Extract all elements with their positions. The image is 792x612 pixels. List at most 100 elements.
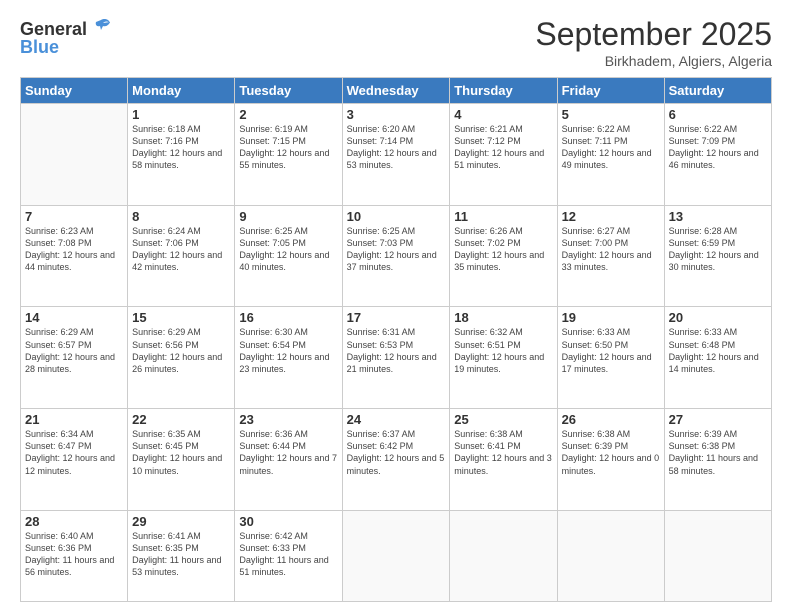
day-number: 4 xyxy=(454,107,552,122)
calendar-table: Sunday Monday Tuesday Wednesday Thursday… xyxy=(20,77,772,602)
col-monday: Monday xyxy=(128,78,235,104)
day-info: Sunrise: 6:34 AMSunset: 6:47 PMDaylight:… xyxy=(25,428,123,477)
day-info: Sunrise: 6:40 AMSunset: 6:36 PMDaylight:… xyxy=(25,530,123,579)
day-info: Sunrise: 6:19 AMSunset: 7:15 PMDaylight:… xyxy=(239,123,337,172)
day-number: 1 xyxy=(132,107,230,122)
table-row: 22Sunrise: 6:35 AMSunset: 6:45 PMDayligh… xyxy=(128,409,235,511)
day-info: Sunrise: 6:18 AMSunset: 7:16 PMDaylight:… xyxy=(132,123,230,172)
day-number: 14 xyxy=(25,310,123,325)
day-info: Sunrise: 6:38 AMSunset: 6:39 PMDaylight:… xyxy=(562,428,660,477)
day-info: Sunrise: 6:22 AMSunset: 7:11 PMDaylight:… xyxy=(562,123,660,172)
table-row: 25Sunrise: 6:38 AMSunset: 6:41 PMDayligh… xyxy=(450,409,557,511)
day-number: 18 xyxy=(454,310,552,325)
table-row: 21Sunrise: 6:34 AMSunset: 6:47 PMDayligh… xyxy=(21,409,128,511)
table-row: 14Sunrise: 6:29 AMSunset: 6:57 PMDayligh… xyxy=(21,307,128,409)
table-row: 18Sunrise: 6:32 AMSunset: 6:51 PMDayligh… xyxy=(450,307,557,409)
day-info: Sunrise: 6:31 AMSunset: 6:53 PMDaylight:… xyxy=(347,326,446,375)
day-number: 13 xyxy=(669,209,767,224)
day-number: 30 xyxy=(239,514,337,529)
day-number: 3 xyxy=(347,107,446,122)
table-row: 13Sunrise: 6:28 AMSunset: 6:59 PMDayligh… xyxy=(664,205,771,307)
table-row: 7Sunrise: 6:23 AMSunset: 7:08 PMDaylight… xyxy=(21,205,128,307)
day-number: 19 xyxy=(562,310,660,325)
day-number: 9 xyxy=(239,209,337,224)
day-number: 26 xyxy=(562,412,660,427)
calendar-header-row: Sunday Monday Tuesday Wednesday Thursday… xyxy=(21,78,772,104)
day-info: Sunrise: 6:35 AMSunset: 6:45 PMDaylight:… xyxy=(132,428,230,477)
col-sunday: Sunday xyxy=(21,78,128,104)
col-wednesday: Wednesday xyxy=(342,78,450,104)
table-row: 5Sunrise: 6:22 AMSunset: 7:11 PMDaylight… xyxy=(557,104,664,206)
table-row xyxy=(342,510,450,601)
day-number: 22 xyxy=(132,412,230,427)
day-info: Sunrise: 6:33 AMSunset: 6:50 PMDaylight:… xyxy=(562,326,660,375)
table-row: 19Sunrise: 6:33 AMSunset: 6:50 PMDayligh… xyxy=(557,307,664,409)
table-row: 12Sunrise: 6:27 AMSunset: 7:00 PMDayligh… xyxy=(557,205,664,307)
table-row: 26Sunrise: 6:38 AMSunset: 6:39 PMDayligh… xyxy=(557,409,664,511)
table-row: 20Sunrise: 6:33 AMSunset: 6:48 PMDayligh… xyxy=(664,307,771,409)
table-row: 17Sunrise: 6:31 AMSunset: 6:53 PMDayligh… xyxy=(342,307,450,409)
location-subtitle: Birkhadem, Algiers, Algeria xyxy=(535,53,772,69)
day-info: Sunrise: 6:25 AMSunset: 7:03 PMDaylight:… xyxy=(347,225,446,274)
table-row xyxy=(557,510,664,601)
day-info: Sunrise: 6:26 AMSunset: 7:02 PMDaylight:… xyxy=(454,225,552,274)
table-row xyxy=(450,510,557,601)
table-row: 16Sunrise: 6:30 AMSunset: 6:54 PMDayligh… xyxy=(235,307,342,409)
table-row: 8Sunrise: 6:24 AMSunset: 7:06 PMDaylight… xyxy=(128,205,235,307)
table-row: 9Sunrise: 6:25 AMSunset: 7:05 PMDaylight… xyxy=(235,205,342,307)
page-header: General Blue September 2025 Birkhadem, A… xyxy=(20,16,772,69)
table-row xyxy=(664,510,771,601)
table-row: 10Sunrise: 6:25 AMSunset: 7:03 PMDayligh… xyxy=(342,205,450,307)
day-info: Sunrise: 6:41 AMSunset: 6:35 PMDaylight:… xyxy=(132,530,230,579)
month-year-title: September 2025 xyxy=(535,16,772,53)
table-row: 27Sunrise: 6:39 AMSunset: 6:38 PMDayligh… xyxy=(664,409,771,511)
logo: General Blue xyxy=(20,16,112,58)
logo-blue-text: Blue xyxy=(20,37,59,58)
table-row: 15Sunrise: 6:29 AMSunset: 6:56 PMDayligh… xyxy=(128,307,235,409)
day-number: 24 xyxy=(347,412,446,427)
day-info: Sunrise: 6:27 AMSunset: 7:00 PMDaylight:… xyxy=(562,225,660,274)
table-row: 28Sunrise: 6:40 AMSunset: 6:36 PMDayligh… xyxy=(21,510,128,601)
day-number: 29 xyxy=(132,514,230,529)
day-info: Sunrise: 6:39 AMSunset: 6:38 PMDaylight:… xyxy=(669,428,767,477)
day-number: 12 xyxy=(562,209,660,224)
day-info: Sunrise: 6:38 AMSunset: 6:41 PMDaylight:… xyxy=(454,428,552,477)
day-number: 17 xyxy=(347,310,446,325)
day-info: Sunrise: 6:33 AMSunset: 6:48 PMDaylight:… xyxy=(669,326,767,375)
day-info: Sunrise: 6:28 AMSunset: 6:59 PMDaylight:… xyxy=(669,225,767,274)
day-number: 25 xyxy=(454,412,552,427)
table-row: 30Sunrise: 6:42 AMSunset: 6:33 PMDayligh… xyxy=(235,510,342,601)
day-info: Sunrise: 6:42 AMSunset: 6:33 PMDaylight:… xyxy=(239,530,337,579)
table-row: 4Sunrise: 6:21 AMSunset: 7:12 PMDaylight… xyxy=(450,104,557,206)
day-info: Sunrise: 6:36 AMSunset: 6:44 PMDaylight:… xyxy=(239,428,337,477)
day-info: Sunrise: 6:32 AMSunset: 6:51 PMDaylight:… xyxy=(454,326,552,375)
table-row: 24Sunrise: 6:37 AMSunset: 6:42 PMDayligh… xyxy=(342,409,450,511)
day-number: 6 xyxy=(669,107,767,122)
day-info: Sunrise: 6:25 AMSunset: 7:05 PMDaylight:… xyxy=(239,225,337,274)
day-info: Sunrise: 6:20 AMSunset: 7:14 PMDaylight:… xyxy=(347,123,446,172)
day-number: 8 xyxy=(132,209,230,224)
day-number: 10 xyxy=(347,209,446,224)
col-tuesday: Tuesday xyxy=(235,78,342,104)
day-number: 27 xyxy=(669,412,767,427)
day-number: 5 xyxy=(562,107,660,122)
col-thursday: Thursday xyxy=(450,78,557,104)
day-number: 23 xyxy=(239,412,337,427)
table-row: 23Sunrise: 6:36 AMSunset: 6:44 PMDayligh… xyxy=(235,409,342,511)
day-number: 28 xyxy=(25,514,123,529)
day-number: 7 xyxy=(25,209,123,224)
col-saturday: Saturday xyxy=(664,78,771,104)
day-number: 16 xyxy=(239,310,337,325)
day-number: 2 xyxy=(239,107,337,122)
day-info: Sunrise: 6:29 AMSunset: 6:56 PMDaylight:… xyxy=(132,326,230,375)
day-info: Sunrise: 6:23 AMSunset: 7:08 PMDaylight:… xyxy=(25,225,123,274)
table-row: 2Sunrise: 6:19 AMSunset: 7:15 PMDaylight… xyxy=(235,104,342,206)
day-number: 21 xyxy=(25,412,123,427)
day-info: Sunrise: 6:37 AMSunset: 6:42 PMDaylight:… xyxy=(347,428,446,477)
day-info: Sunrise: 6:30 AMSunset: 6:54 PMDaylight:… xyxy=(239,326,337,375)
day-info: Sunrise: 6:24 AMSunset: 7:06 PMDaylight:… xyxy=(132,225,230,274)
col-friday: Friday xyxy=(557,78,664,104)
day-number: 11 xyxy=(454,209,552,224)
day-number: 20 xyxy=(669,310,767,325)
table-row: 29Sunrise: 6:41 AMSunset: 6:35 PMDayligh… xyxy=(128,510,235,601)
